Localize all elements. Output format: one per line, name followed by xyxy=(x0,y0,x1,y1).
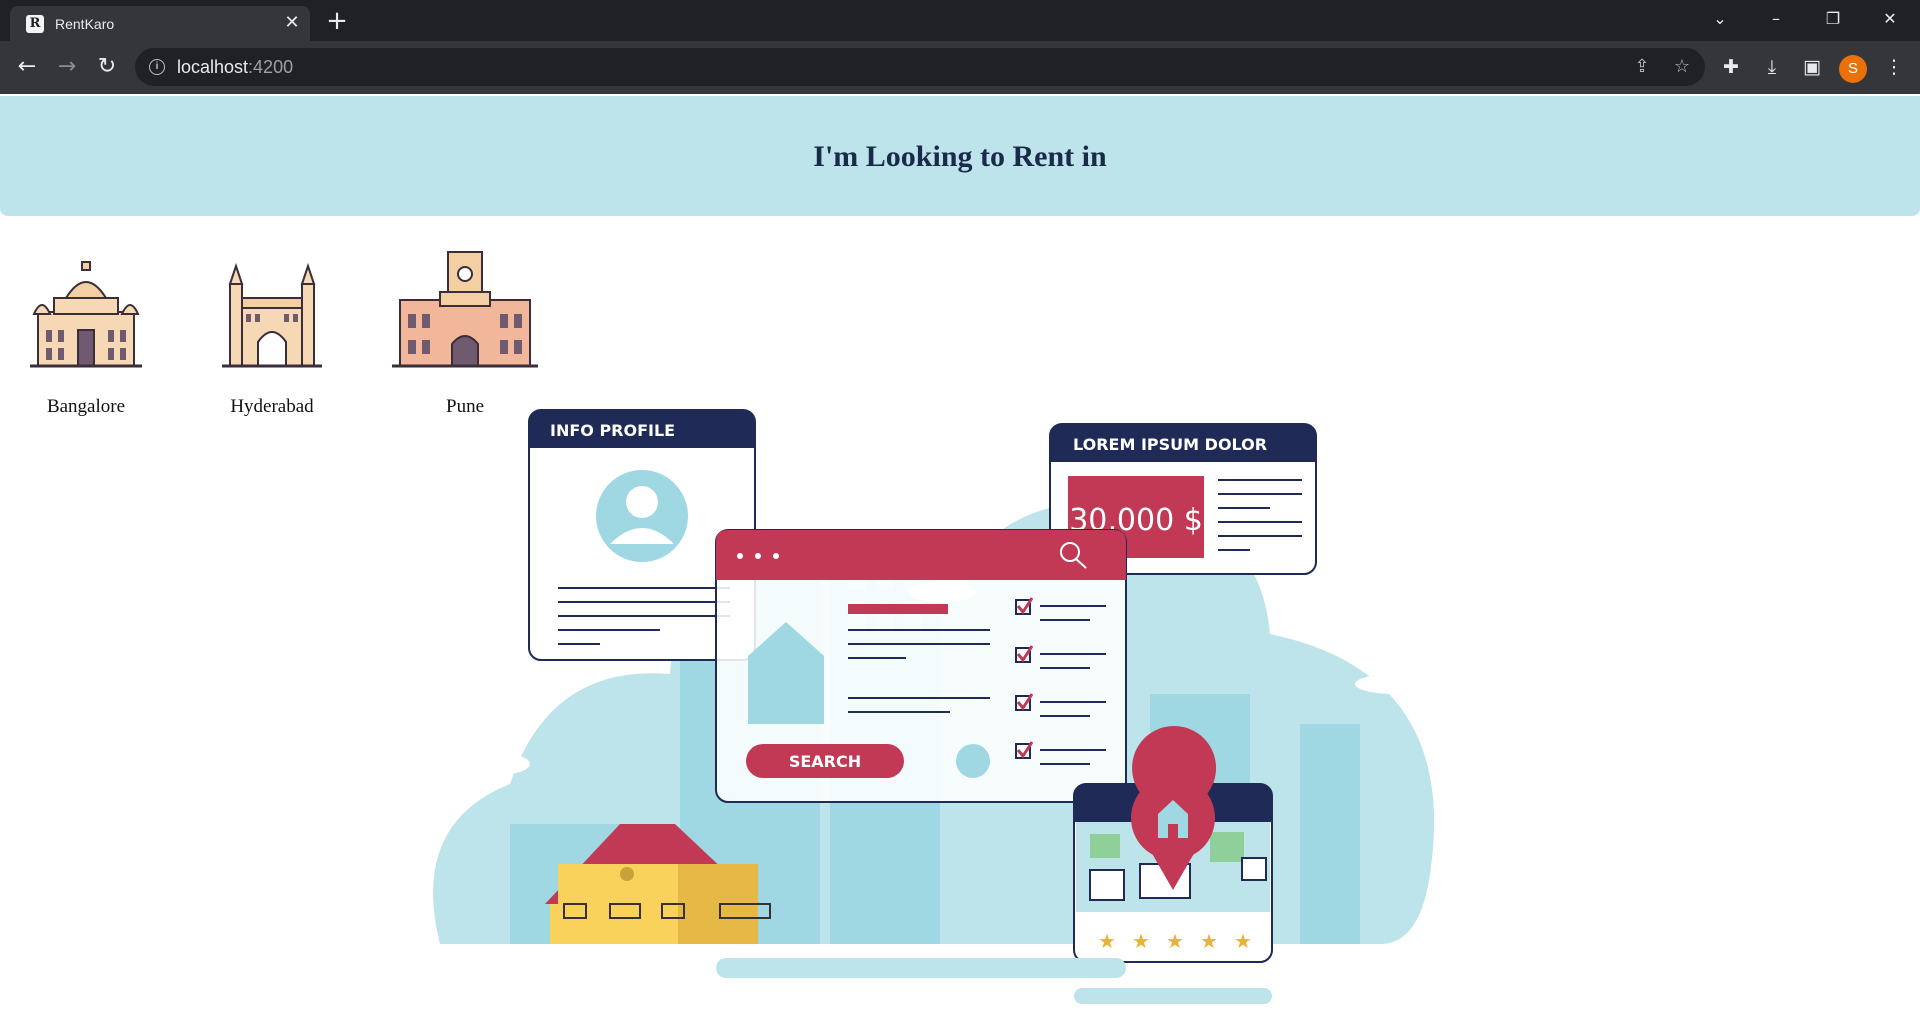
svg-text:★: ★ xyxy=(1132,929,1150,953)
back-arrow-icon[interactable]: ← xyxy=(10,50,44,84)
city-label-hyderabad: Hyderabad xyxy=(230,396,314,417)
url-host: localhost xyxy=(177,57,249,77)
svg-text:★: ★ xyxy=(1200,929,1218,953)
minimize-button[interactable]: – xyxy=(1756,4,1796,34)
profile-avatar[interactable]: S xyxy=(1839,55,1867,83)
tab-search-icon[interactable]: ⌄ xyxy=(1700,4,1740,34)
browser-tab-strip: R RentKaro ✕ + ⌄ – ❐ ✕ xyxy=(0,0,1920,41)
more-menu-icon[interactable]: ⋮ xyxy=(1880,53,1908,81)
restore-button[interactable]: ❐ xyxy=(1813,4,1853,34)
browser-toolbar: ← → ↻ i localhost:4200 ⇪ ☆ ✚ ⤓ ▣ S ⋮ xyxy=(0,41,1920,94)
page-title: I'm Looking to Rent in xyxy=(813,140,1107,173)
download-icon[interactable]: ⤓ xyxy=(1758,53,1786,81)
close-window-button[interactable]: ✕ xyxy=(1870,4,1910,34)
tab-title: RentKaro xyxy=(55,16,115,32)
new-tab-button[interactable]: + xyxy=(322,6,352,36)
page-content: I'm Looking to Rent in Bangalore Hyderab… xyxy=(0,94,1920,1020)
forward-arrow-icon[interactable]: → xyxy=(50,50,84,84)
tab-close-icon[interactable]: ✕ xyxy=(282,13,302,33)
city-card-bangalore[interactable]: Bangalore xyxy=(28,244,144,418)
page-header: I'm Looking to Rent in xyxy=(0,96,1920,216)
address-bar[interactable]: i localhost:4200 ⇪ ☆ xyxy=(135,48,1705,86)
extensions-icon[interactable]: ✚ xyxy=(1717,53,1745,81)
info-card-title: INFO PROFILE xyxy=(550,421,675,440)
search-button-label: SEARCH xyxy=(789,752,861,771)
site-info-icon[interactable]: i xyxy=(149,59,165,75)
share-icon[interactable]: ⇪ xyxy=(1630,55,1654,79)
bookmark-star-icon[interactable]: ☆ xyxy=(1670,55,1694,79)
reload-icon[interactable]: ↻ xyxy=(90,50,124,84)
city-card-hyderabad[interactable]: Hyderabad xyxy=(222,244,322,418)
svg-text:★: ★ xyxy=(1166,929,1184,953)
svg-text:★: ★ xyxy=(1098,929,1116,953)
city-label-bangalore: Bangalore xyxy=(46,396,126,417)
url-port: :4200 xyxy=(248,57,294,77)
side-panel-icon[interactable]: ▣ xyxy=(1798,53,1826,81)
search-window: SEARCH xyxy=(715,529,1127,803)
browser-tab[interactable]: R RentKaro ✕ xyxy=(10,6,310,41)
svg-text:★: ★ xyxy=(1234,929,1252,953)
rental-search-illustration: INFO PROFILE LOREM IPSUM DOLOR 30,000 $ xyxy=(433,409,1435,1004)
tab-favicon-icon: R xyxy=(26,15,44,33)
ground-shadow xyxy=(716,958,1126,978)
vidhana-soudha-icon xyxy=(30,261,142,368)
price-card-title: LOREM IPSUM DOLOR xyxy=(1073,435,1267,454)
url-text[interactable]: localhost:4200 xyxy=(177,57,293,77)
ground-shadow-small xyxy=(1074,988,1272,1004)
charminar-icon xyxy=(222,262,322,368)
